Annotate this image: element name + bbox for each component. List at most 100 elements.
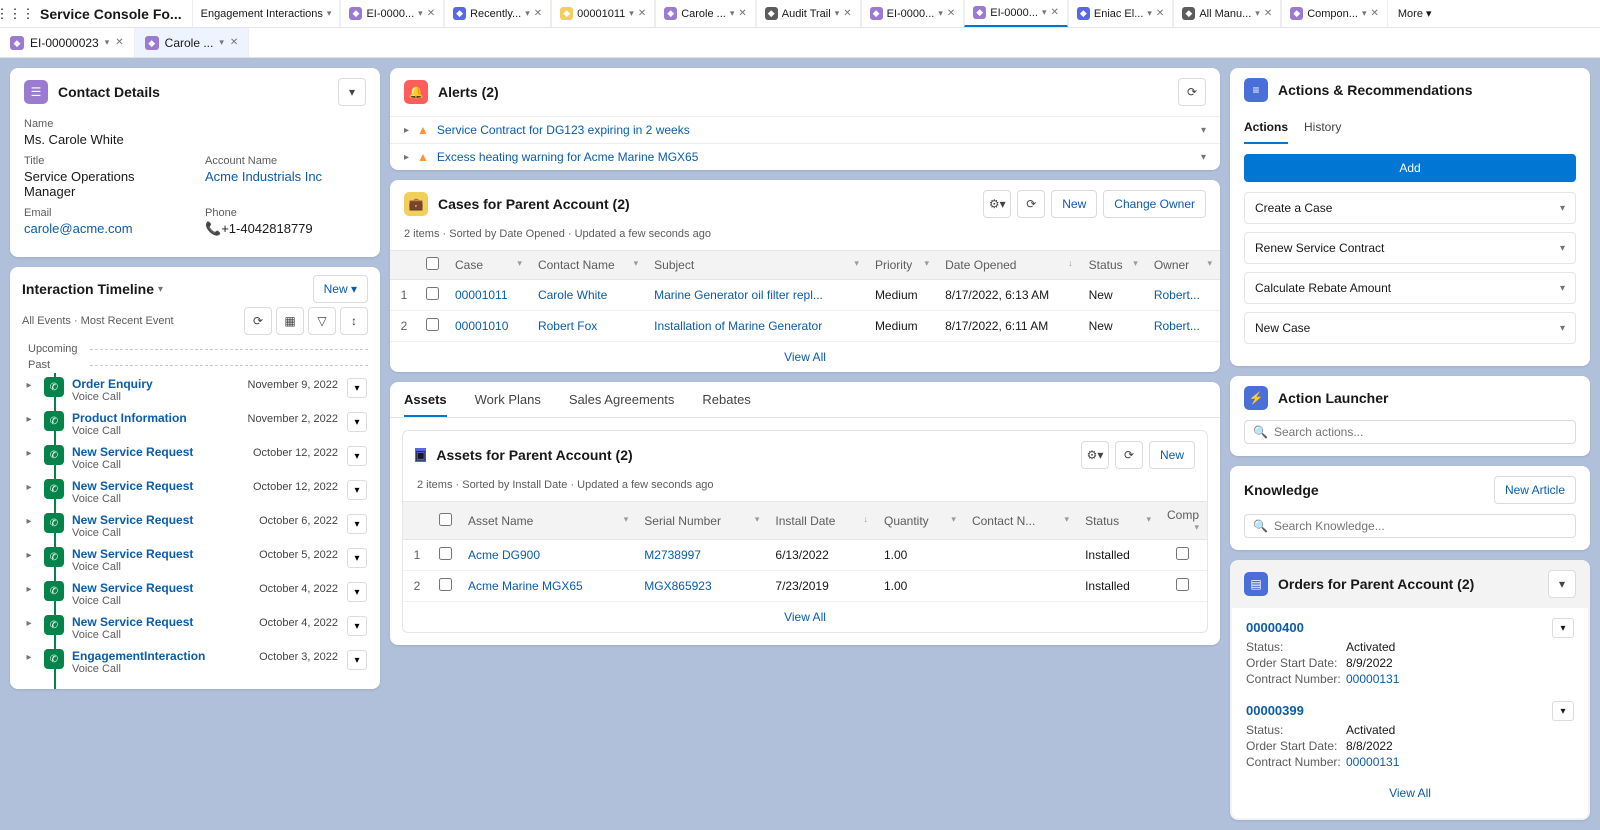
expand-icon[interactable]: ▸ <box>22 377 36 403</box>
col-header[interactable]: Subject▾ <box>646 251 867 280</box>
sort-icon[interactable]: ▾ <box>854 258 859 269</box>
nav-tab[interactable]: Engagement Interactions▾ <box>192 0 341 27</box>
sort-icon[interactable]: ▾ <box>755 514 760 525</box>
timeline-item-title[interactable]: EngagementInteraction <box>72 649 205 663</box>
close-icon[interactable]: ✕ <box>230 37 238 48</box>
timeline-item-title[interactable]: New Service Request <box>72 547 193 561</box>
alerts-refresh[interactable]: ⟳ <box>1178 78 1206 106</box>
nav-tab[interactable]: ◆Compon...▾✕ <box>1281 0 1388 27</box>
expand-icon[interactable]: ▸ <box>22 547 36 573</box>
order-contract-link[interactable]: 00000131 <box>1346 755 1399 769</box>
serial-link[interactable]: MGX865923 <box>644 579 711 593</box>
case-link[interactable]: 00001010 <box>455 319 508 333</box>
contact-link[interactable]: Robert Fox <box>538 319 597 333</box>
expand-icon[interactable]: ▸ <box>404 125 409 136</box>
cases-new-button[interactable]: New <box>1051 190 1097 218</box>
chevron-down-icon[interactable]: ▾ <box>835 8 840 19</box>
ar-tab[interactable]: Actions <box>1244 116 1288 144</box>
timeline-new-button[interactable]: New ▾ <box>313 275 368 303</box>
sort-icon[interactable]: ▾ <box>1194 522 1199 533</box>
nav-tab[interactable]: ◆Carole ...▾✕ <box>655 0 756 27</box>
timeline-sort-icon[interactable]: ↕ <box>340 307 368 335</box>
app-launcher-icon[interactable]: ⋮⋮⋮ <box>0 6 30 22</box>
col-header[interactable]: Owner▾ <box>1146 251 1220 280</box>
chevron-down-icon[interactable]: ▾ <box>525 8 530 19</box>
timeline-item-menu[interactable]: ▾ <box>347 446 367 466</box>
expand-icon[interactable]: ▸ <box>22 649 36 675</box>
close-icon[interactable]: ✕ <box>115 37 123 48</box>
knowledge-new-article[interactable]: New Article <box>1494 476 1576 504</box>
chevron-down-icon[interactable]: ▾ <box>1560 203 1565 214</box>
col-header[interactable]: Case▾ <box>447 251 530 280</box>
nav-tab[interactable]: ◆EI-0000...▾✕ <box>861 0 965 27</box>
close-icon[interactable]: ✕ <box>1264 8 1272 19</box>
assets-new-button[interactable]: New <box>1149 441 1195 469</box>
sub-tab[interactable]: ◆EI-00000023▾✕ <box>0 28 135 57</box>
timeline-item-menu[interactable]: ▾ <box>347 378 367 398</box>
chevron-down-icon[interactable]: ▾ <box>730 8 735 19</box>
orders-menu[interactable]: ▾ <box>1548 570 1576 598</box>
chevron-down-icon[interactable]: ▾ <box>1560 323 1565 334</box>
cases-change-owner-button[interactable]: Change Owner <box>1103 190 1206 218</box>
close-icon[interactable]: ✕ <box>427 8 435 19</box>
nav-tab[interactable]: ◆00001011▾✕ <box>551 0 655 27</box>
comp-checkbox[interactable] <box>1176 547 1189 560</box>
nav-tab[interactable]: ◆EI-0000...▾✕ <box>340 0 444 27</box>
timeline-item-menu[interactable]: ▾ <box>347 480 367 500</box>
nav-tab[interactable]: ◆Audit Trail▾✕ <box>756 0 861 27</box>
mid-tab[interactable]: Assets <box>404 392 447 417</box>
nav-tab[interactable]: ◆EI-0000...▾✕ <box>964 0 1068 27</box>
case-link[interactable]: 00001011 <box>455 288 508 302</box>
close-icon[interactable]: ✕ <box>843 8 851 19</box>
col-header[interactable]: Contact N...▾ <box>964 502 1077 540</box>
email-link[interactable]: carole@acme.com <box>24 221 133 236</box>
col-header[interactable]: Quantity▾ <box>876 502 964 540</box>
action-item[interactable]: Renew Service Contract▾ <box>1244 232 1576 264</box>
timeline-title-dropdown[interactable]: ▾ <box>158 284 163 295</box>
timeline-item-menu[interactable]: ▾ <box>347 514 367 534</box>
chevron-down-icon[interactable]: ▾ <box>1362 8 1367 19</box>
asset-link[interactable]: Acme Marine MGX65 <box>468 579 583 593</box>
timeline-refresh-icon[interactable]: ⟳ <box>244 307 272 335</box>
timeline-item-title[interactable]: Order Enquiry <box>72 377 153 391</box>
comp-checkbox[interactable] <box>1176 578 1189 591</box>
timeline-item-menu[interactable]: ▾ <box>347 616 367 636</box>
timeline-item-title[interactable]: New Service Request <box>72 445 193 459</box>
sub-tab[interactable]: ◆Carole ...▾✕ <box>135 28 250 57</box>
close-icon[interactable]: ✕ <box>534 8 542 19</box>
action-launcher-search[interactable] <box>1274 425 1567 439</box>
row-checkbox[interactable] <box>439 547 452 560</box>
close-icon[interactable]: ✕ <box>947 8 955 19</box>
alert-link[interactable]: Service Contract for DG123 expiring in 2… <box>437 123 690 137</box>
chevron-down-icon[interactable]: ▾ <box>105 37 110 48</box>
chevron-down-icon[interactable]: ▾ <box>1255 8 1260 19</box>
action-item[interactable]: New Case▾ <box>1244 312 1576 344</box>
col-header[interactable]: Serial Number▾ <box>636 502 767 540</box>
subject-link[interactable]: Installation of Marine Generator <box>654 319 822 333</box>
expand-icon[interactable]: ▸ <box>22 479 36 505</box>
timeline-item-title[interactable]: New Service Request <box>72 581 193 595</box>
sort-icon[interactable]: ↓ <box>863 514 868 524</box>
sort-icon[interactable]: ▾ <box>624 514 629 525</box>
chevron-down-icon[interactable]: ▾ <box>1560 243 1565 254</box>
phone-value[interactable]: 📞+1-4042818779 <box>205 221 366 237</box>
nav-more-button[interactable]: More ▾ <box>1388 7 1442 20</box>
actions-add-button[interactable]: Add <box>1244 154 1576 182</box>
row-checkbox[interactable] <box>426 287 439 300</box>
mid-tab[interactable]: Work Plans <box>475 392 541 417</box>
chevron-down-icon[interactable]: ▾ <box>219 37 224 48</box>
sort-icon[interactable]: ↓ <box>1068 258 1073 268</box>
knowledge-search[interactable] <box>1274 519 1567 533</box>
orders-view-all[interactable]: View All <box>1389 786 1431 800</box>
expand-icon[interactable]: ▸ <box>22 445 36 471</box>
chevron-down-icon[interactable]: ▾ <box>629 8 634 19</box>
assets-settings-button[interactable]: ⚙▾ <box>1081 441 1109 469</box>
action-item[interactable]: Calculate Rebate Amount▾ <box>1244 272 1576 304</box>
sort-icon[interactable]: ▾ <box>1146 514 1151 525</box>
expand-icon[interactable]: ▸ <box>404 152 409 163</box>
sort-icon[interactable]: ▾ <box>1133 258 1138 269</box>
timeline-item-title[interactable]: Product Information <box>72 411 187 425</box>
chevron-down-icon[interactable]: ▾ <box>1147 8 1152 19</box>
chevron-down-icon[interactable]: ▾ <box>1560 283 1565 294</box>
account-link[interactable]: Acme Industrials Inc <box>205 169 322 184</box>
